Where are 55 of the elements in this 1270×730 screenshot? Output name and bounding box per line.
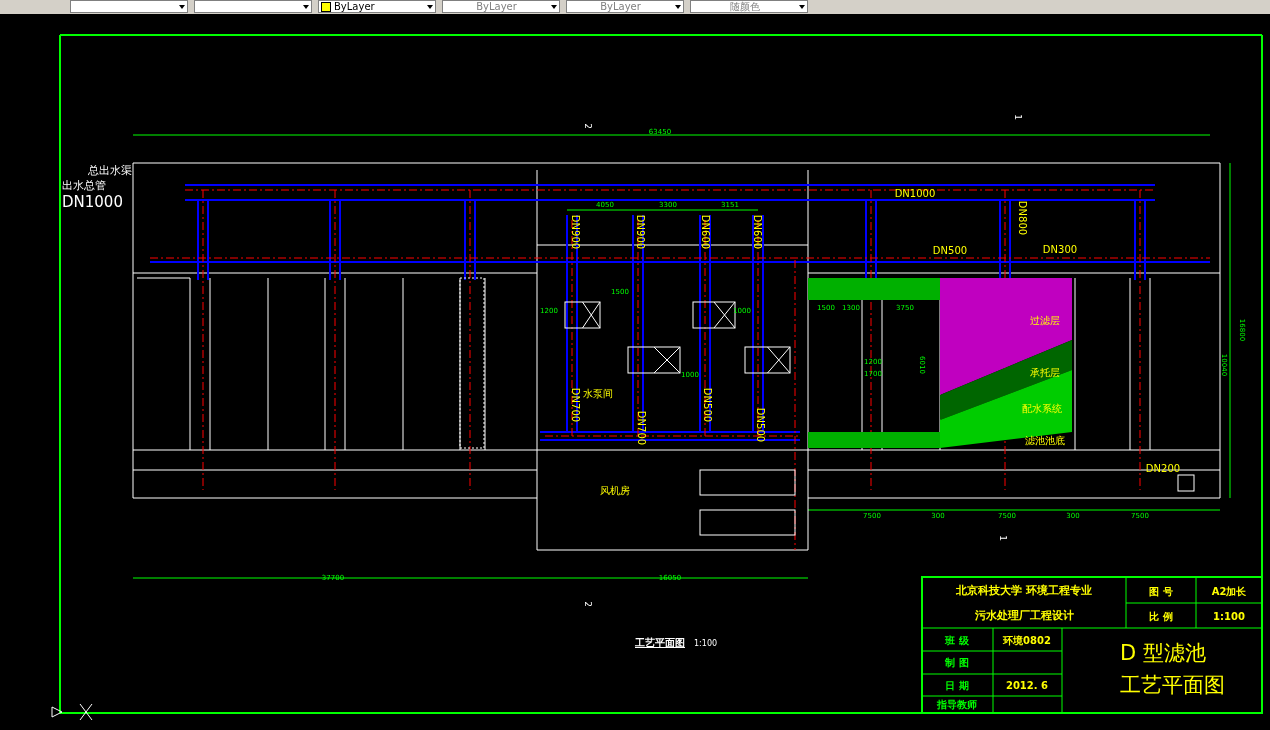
- property-dropdown[interactable]: [194, 0, 312, 13]
- caret-icon: [179, 4, 185, 9]
- pipe-label: DN900: [635, 214, 646, 250]
- room-label: 风机房: [600, 485, 630, 496]
- title-block-label: 图 号: [1149, 586, 1173, 597]
- section-mark: 2: [583, 123, 593, 129]
- pipe-label: DN500: [755, 407, 766, 443]
- plan-title: 工艺平面图: [635, 637, 685, 648]
- section-mark: 1: [998, 535, 1008, 541]
- section-mark: 1: [1013, 114, 1023, 120]
- pipe-label: DN900: [570, 214, 581, 250]
- school-name: 北京科技大学 环境工程专业: [956, 584, 1092, 597]
- caret-icon: [551, 4, 557, 9]
- title-block-label: 指导教师: [937, 699, 977, 710]
- drawing-subtitle: 工艺平面图: [1120, 673, 1225, 697]
- property-dropdown[interactable]: ByLayer: [442, 0, 560, 13]
- layer-label: 配水系统: [1022, 403, 1062, 414]
- pipe-note: 总出水渠: [88, 164, 132, 177]
- title-block-value: 1:100: [1213, 611, 1245, 622]
- title-block-value: 环境0802: [1003, 635, 1051, 646]
- pipe-label: DN700: [570, 387, 581, 423]
- pipe-note: 出水总管: [62, 179, 106, 192]
- property-dropdown[interactable]: ByLayer: [318, 0, 436, 13]
- layer-label: 滤池池底: [1025, 435, 1065, 446]
- plan-scale: 1:100: [694, 639, 718, 648]
- property-dropdown[interactable]: 随颜色: [690, 0, 808, 13]
- layer-color-icon: [321, 1, 331, 12]
- section-mark: 2: [583, 601, 593, 607]
- pipe-label: DN500: [702, 387, 713, 423]
- layer-label: 承托层: [1030, 367, 1060, 378]
- pipe-label: DN600: [700, 214, 711, 250]
- pipe-label: DN200: [1145, 463, 1181, 474]
- property-dropdown[interactable]: [70, 0, 188, 13]
- property-dropdown[interactable]: ByLayer: [566, 0, 684, 13]
- pipe-label: DN500: [932, 245, 968, 256]
- project-name: 污水处理厂工程设计: [974, 609, 1074, 622]
- caret-icon: [675, 4, 681, 9]
- title-block-value: A2加长: [1211, 586, 1247, 597]
- title-block-label: 日 期: [945, 680, 969, 691]
- pipe-label: DN300: [1042, 244, 1078, 255]
- pipe-label: DN1000: [894, 188, 936, 199]
- caret-icon: [799, 4, 805, 9]
- drawing-title: D 型滤池: [1120, 641, 1206, 665]
- layer-label: 过滤层: [1030, 315, 1060, 326]
- pipe-label: DN600: [752, 214, 763, 250]
- title-block-label: 班 级: [945, 635, 969, 646]
- pipe-label: DN700: [636, 410, 647, 446]
- room-label: 水泵间: [583, 388, 613, 399]
- caret-icon: [303, 4, 309, 9]
- caret-icon: [427, 4, 433, 9]
- title-block-label: 制 图: [945, 657, 969, 668]
- pipe-label: DN800: [1017, 200, 1028, 236]
- pipe-note: DN1000: [62, 193, 123, 211]
- title-block-label: 比 例: [1149, 611, 1173, 622]
- title-block-value: 2012. 6: [1005, 680, 1049, 691]
